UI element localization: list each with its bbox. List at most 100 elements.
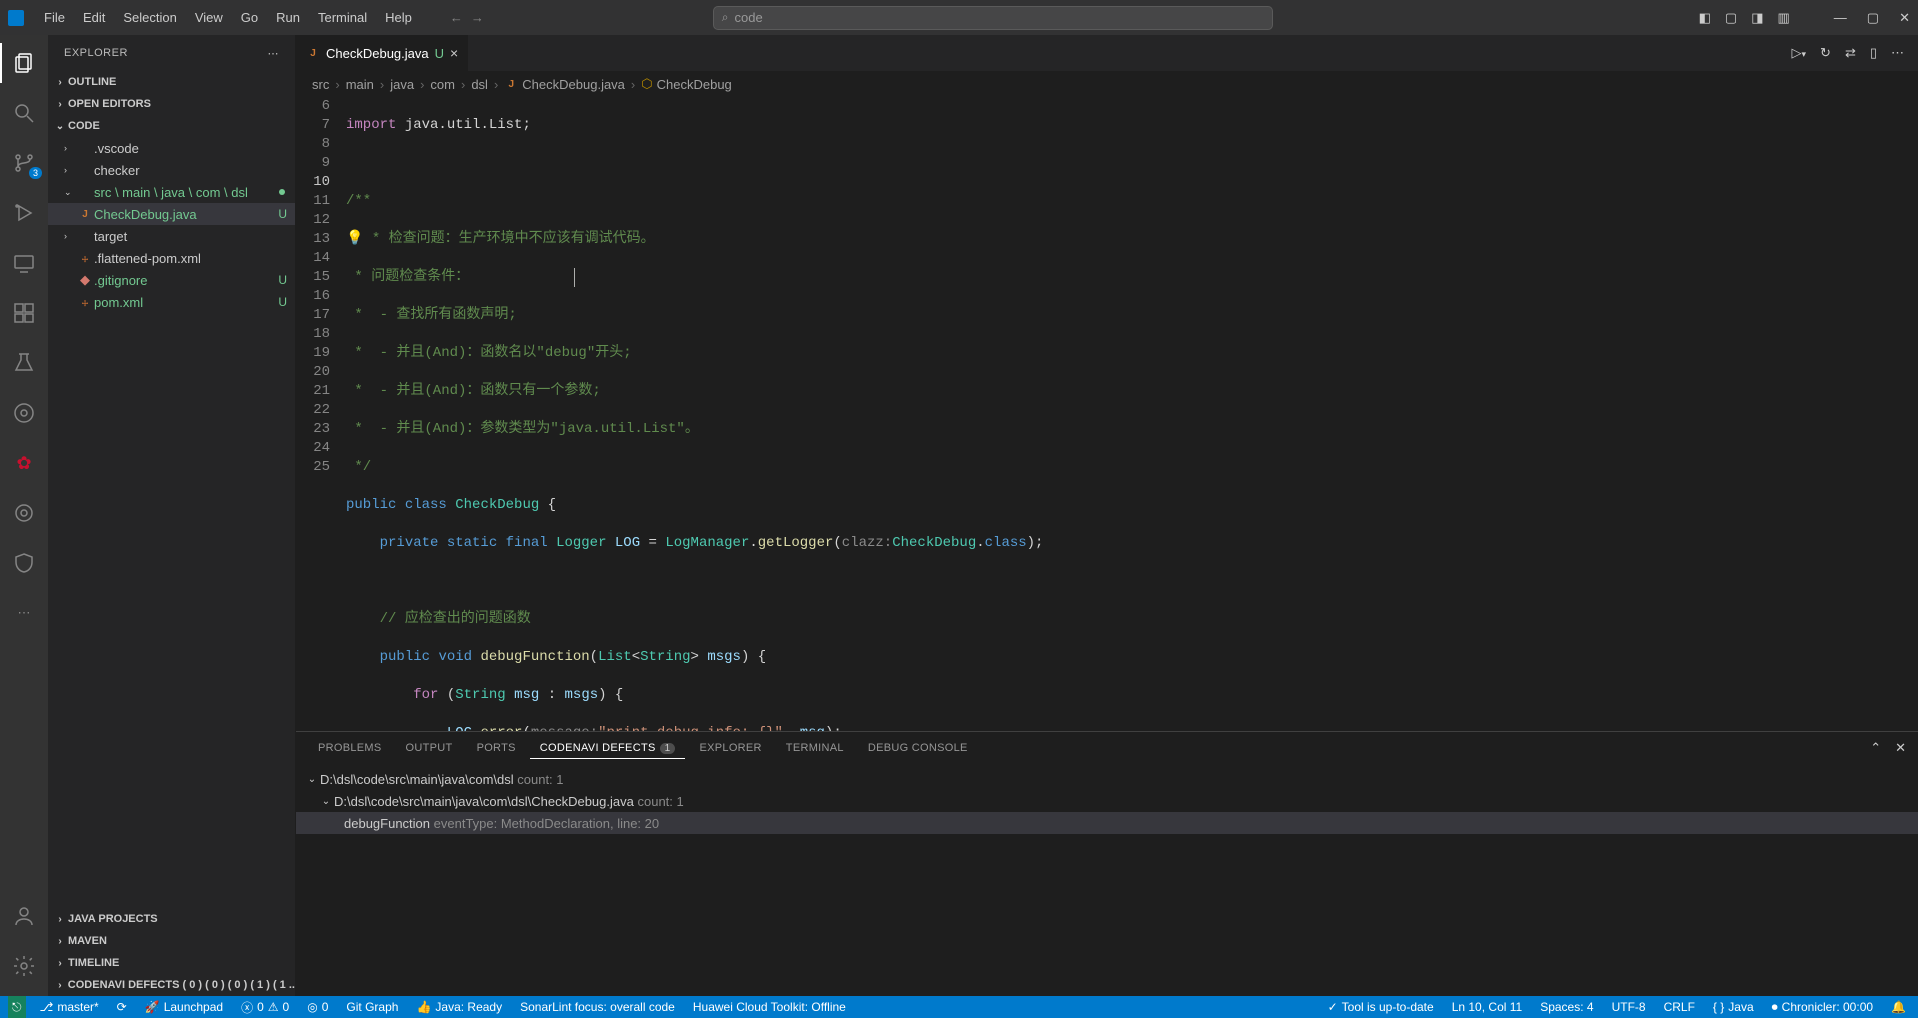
- lightbulb-icon[interactable]: 💡: [346, 231, 363, 247]
- menu-go[interactable]: Go: [233, 6, 266, 29]
- status-branch[interactable]: ⎇master*: [36, 1000, 103, 1014]
- status-huawei[interactable]: Huawei Cloud Toolkit: Offline: [689, 1000, 850, 1014]
- toggle-panel-bottom-icon[interactable]: ▢: [1725, 10, 1737, 26]
- crumb-main[interactable]: main: [346, 77, 374, 92]
- activity-extensions[interactable]: [0, 293, 48, 333]
- section-codenavi[interactable]: ›CODENAVI DEFECTS ( 0 ) ( 0 ) ( 0 ) ( 1 …: [48, 974, 295, 996]
- crumb-src[interactable]: src: [312, 77, 329, 92]
- window-minimize-icon[interactable]: —: [1834, 10, 1847, 26]
- status-remote[interactable]: ⎋: [8, 996, 26, 1018]
- activity-remote[interactable]: [0, 243, 48, 283]
- ptab-debug-console[interactable]: DEBUG CONSOLE: [858, 738, 978, 758]
- tree-pom[interactable]: ⧾pom.xmlU: [48, 291, 295, 313]
- history-icon[interactable]: ↻: [1820, 45, 1831, 61]
- command-center[interactable]: ⌕ code: [713, 6, 1273, 30]
- nav-forward-icon[interactable]: →: [471, 10, 484, 25]
- diff-icon[interactable]: ⇄: [1845, 45, 1856, 61]
- section-code[interactable]: ⌄CODE: [48, 115, 295, 137]
- status-eol[interactable]: CRLF: [1660, 1000, 1699, 1015]
- menu-edit[interactable]: Edit: [75, 6, 113, 29]
- activity-search[interactable]: [0, 93, 48, 133]
- tab-close-icon[interactable]: ×: [450, 45, 458, 61]
- tree-vscode[interactable]: ›.vscode: [48, 137, 295, 159]
- ptab-explorer[interactable]: EXPLORER: [689, 738, 771, 758]
- section-maven[interactable]: ›MAVEN: [48, 930, 295, 952]
- status-launchpad[interactable]: 🚀Launchpad: [141, 1000, 227, 1014]
- crumb-symbol[interactable]: CheckDebug: [657, 77, 732, 92]
- panel-maximize-icon[interactable]: ⌃: [1870, 740, 1881, 756]
- defect-group-folder[interactable]: ⌄D:\dsl\code\src\main\java\com\dsl count…: [296, 768, 1918, 790]
- defect-group-file[interactable]: ⌄D:\dsl\code\src\main\java\com\dsl\Check…: [296, 790, 1918, 812]
- status-sonarlint[interactable]: SonarLint focus: overall code: [516, 1000, 679, 1014]
- window-maximize-icon[interactable]: ▢: [1867, 10, 1879, 26]
- activity-security[interactable]: [0, 543, 48, 583]
- section-outline[interactable]: ›OUTLINE: [48, 71, 295, 93]
- section-open-editors[interactable]: ›OPEN EDITORS: [48, 93, 295, 115]
- activity-gitlens[interactable]: [0, 393, 48, 433]
- tree-checker[interactable]: ›checker: [48, 159, 295, 181]
- tree-src[interactable]: ⌄src \ main \ java \ com \ dsl: [48, 181, 295, 203]
- status-chronicler[interactable]: ⏺Chronicler: 00:00: [1768, 1000, 1877, 1015]
- nav-back-icon[interactable]: ←: [450, 10, 463, 25]
- customize-layout-icon[interactable]: ▥: [1777, 10, 1789, 26]
- activity-settings[interactable]: [0, 946, 48, 986]
- ptab-problems[interactable]: PROBLEMS: [308, 738, 392, 758]
- ptab-output[interactable]: OUTPUT: [396, 738, 463, 758]
- menu-selection[interactable]: Selection: [115, 6, 184, 29]
- menu-help[interactable]: Help: [377, 6, 420, 29]
- activity-docker[interactable]: [0, 493, 48, 533]
- run-icon[interactable]: ▷▾: [1792, 45, 1807, 61]
- ptab-terminal[interactable]: TERMINAL: [776, 738, 854, 758]
- status-java[interactable]: 👍Java: Ready: [412, 1000, 506, 1014]
- section-java-projects[interactable]: ›JAVA PROJECTS: [48, 908, 295, 930]
- status-gitgraph[interactable]: Git Graph: [342, 1000, 402, 1014]
- activity-explorer[interactable]: [0, 43, 48, 83]
- activity-bar: 3 ✿ ⋯: [0, 35, 48, 996]
- tree-file-checkdebug[interactable]: JCheckDebug.javaU: [48, 203, 295, 225]
- code-content[interactable]: import java.util.List; /** 💡 * 检查问题：生产环境…: [346, 97, 1918, 731]
- status-encoding[interactable]: UTF-8: [1608, 1000, 1650, 1015]
- status-language[interactable]: { }Java: [1709, 1000, 1758, 1015]
- activity-huawei[interactable]: ✿: [0, 443, 48, 483]
- tree-flattened-pom[interactable]: ⧾.flattened-pom.xml: [48, 247, 295, 269]
- status-spaces[interactable]: Spaces: 4: [1536, 1000, 1597, 1015]
- menu-terminal[interactable]: Terminal: [310, 6, 375, 29]
- crumb-java[interactable]: java: [390, 77, 414, 92]
- split-editor-icon[interactable]: ▯: [1870, 45, 1877, 61]
- crumb-dsl[interactable]: dsl: [471, 77, 488, 92]
- defect-item[interactable]: debugFunction eventType: MethodDeclarati…: [296, 812, 1918, 834]
- activity-account[interactable]: [0, 896, 48, 936]
- menu-view[interactable]: View: [187, 6, 231, 29]
- toggle-panel-right-icon[interactable]: ◨: [1751, 10, 1763, 26]
- account-icon: [12, 904, 36, 928]
- panel-close-icon[interactable]: ✕: [1895, 740, 1906, 756]
- ptab-defects[interactable]: CODENAVI DEFECTS1: [530, 738, 686, 759]
- tab-checkdebug[interactable]: J CheckDebug.java U ×: [296, 35, 469, 71]
- status-tool[interactable]: ✓Tool is up-to-date: [1324, 1000, 1438, 1015]
- menu-run[interactable]: Run: [268, 6, 308, 29]
- tree-target[interactable]: ›target: [48, 225, 295, 247]
- sidebar-more-icon[interactable]: ⋯: [268, 47, 280, 60]
- status-problems[interactable]: ⓧ0 ⚠0: [237, 999, 293, 1016]
- editor-tabs: J CheckDebug.java U × ▷▾ ↻ ⇄ ▯ ⋯: [296, 35, 1918, 71]
- code-pane[interactable]: 6789 10111213 14151617 18192021 22232425…: [296, 97, 1918, 731]
- status-sync[interactable]: ⟳: [113, 1000, 131, 1014]
- activity-scm[interactable]: 3: [0, 143, 48, 183]
- menu-file[interactable]: File: [36, 6, 73, 29]
- sidebar-header: EXPLORER ⋯: [48, 35, 295, 71]
- editor-more-icon[interactable]: ⋯: [1891, 45, 1904, 61]
- section-timeline[interactable]: ›TIMELINE: [48, 952, 295, 974]
- activity-testing[interactable]: [0, 343, 48, 383]
- activity-debug[interactable]: [0, 193, 48, 233]
- status-ports[interactable]: ◎0: [303, 1000, 332, 1014]
- crumb-file[interactable]: CheckDebug.java: [522, 77, 625, 92]
- window-close-icon[interactable]: ✕: [1899, 10, 1910, 26]
- status-notifications[interactable]: 🔔: [1887, 1000, 1910, 1015]
- breadcrumbs[interactable]: src› main› java› com› dsl› J CheckDebug.…: [296, 71, 1918, 97]
- status-lncol[interactable]: Ln 10, Col 11: [1448, 1000, 1527, 1015]
- crumb-com[interactable]: com: [430, 77, 455, 92]
- tree-gitignore[interactable]: ◆.gitignoreU: [48, 269, 295, 291]
- activity-more[interactable]: ⋯: [0, 593, 48, 633]
- toggle-panel-left-icon[interactable]: ◧: [1699, 10, 1711, 26]
- ptab-ports[interactable]: PORTS: [467, 738, 526, 758]
